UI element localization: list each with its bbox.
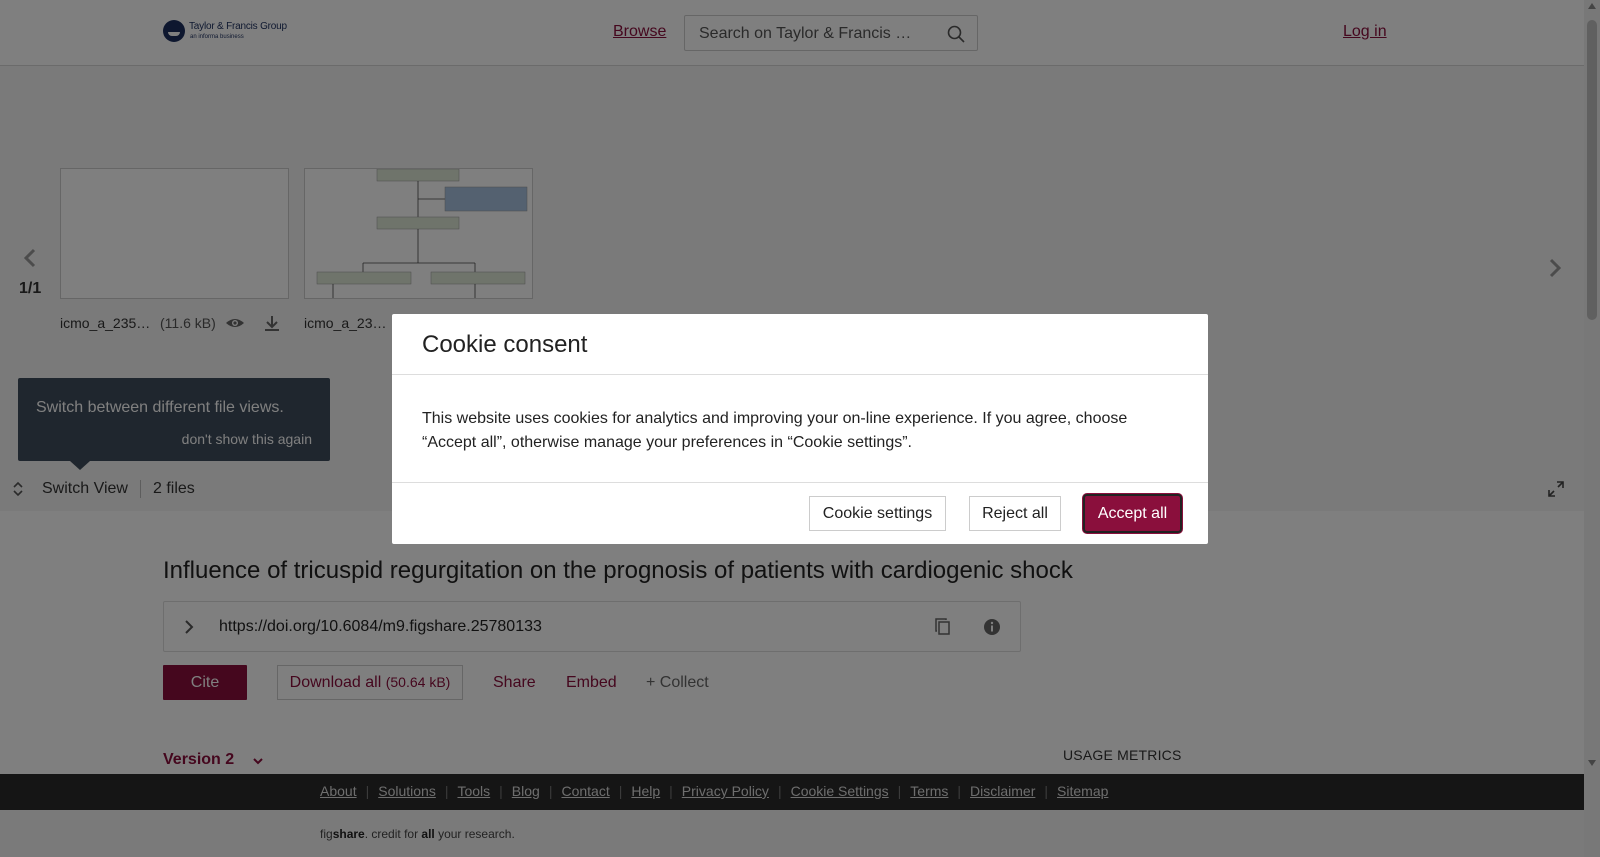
cookie-dialog-title: Cookie consent [422, 331, 588, 358]
cookie-settings-button[interactable]: Cookie settings [809, 496, 946, 531]
divider [392, 374, 1208, 375]
divider [392, 482, 1208, 483]
accept-all-button[interactable]: Accept all [1083, 494, 1182, 533]
modal-backdrop: Cookie consent This website uses cookies… [0, 0, 1600, 857]
cookie-dialog-body: This website uses cookies for analytics … [422, 410, 1128, 451]
reject-all-button[interactable]: Reject all [969, 496, 1061, 531]
cookie-consent-dialog: Cookie consent This website uses cookies… [392, 314, 1208, 544]
